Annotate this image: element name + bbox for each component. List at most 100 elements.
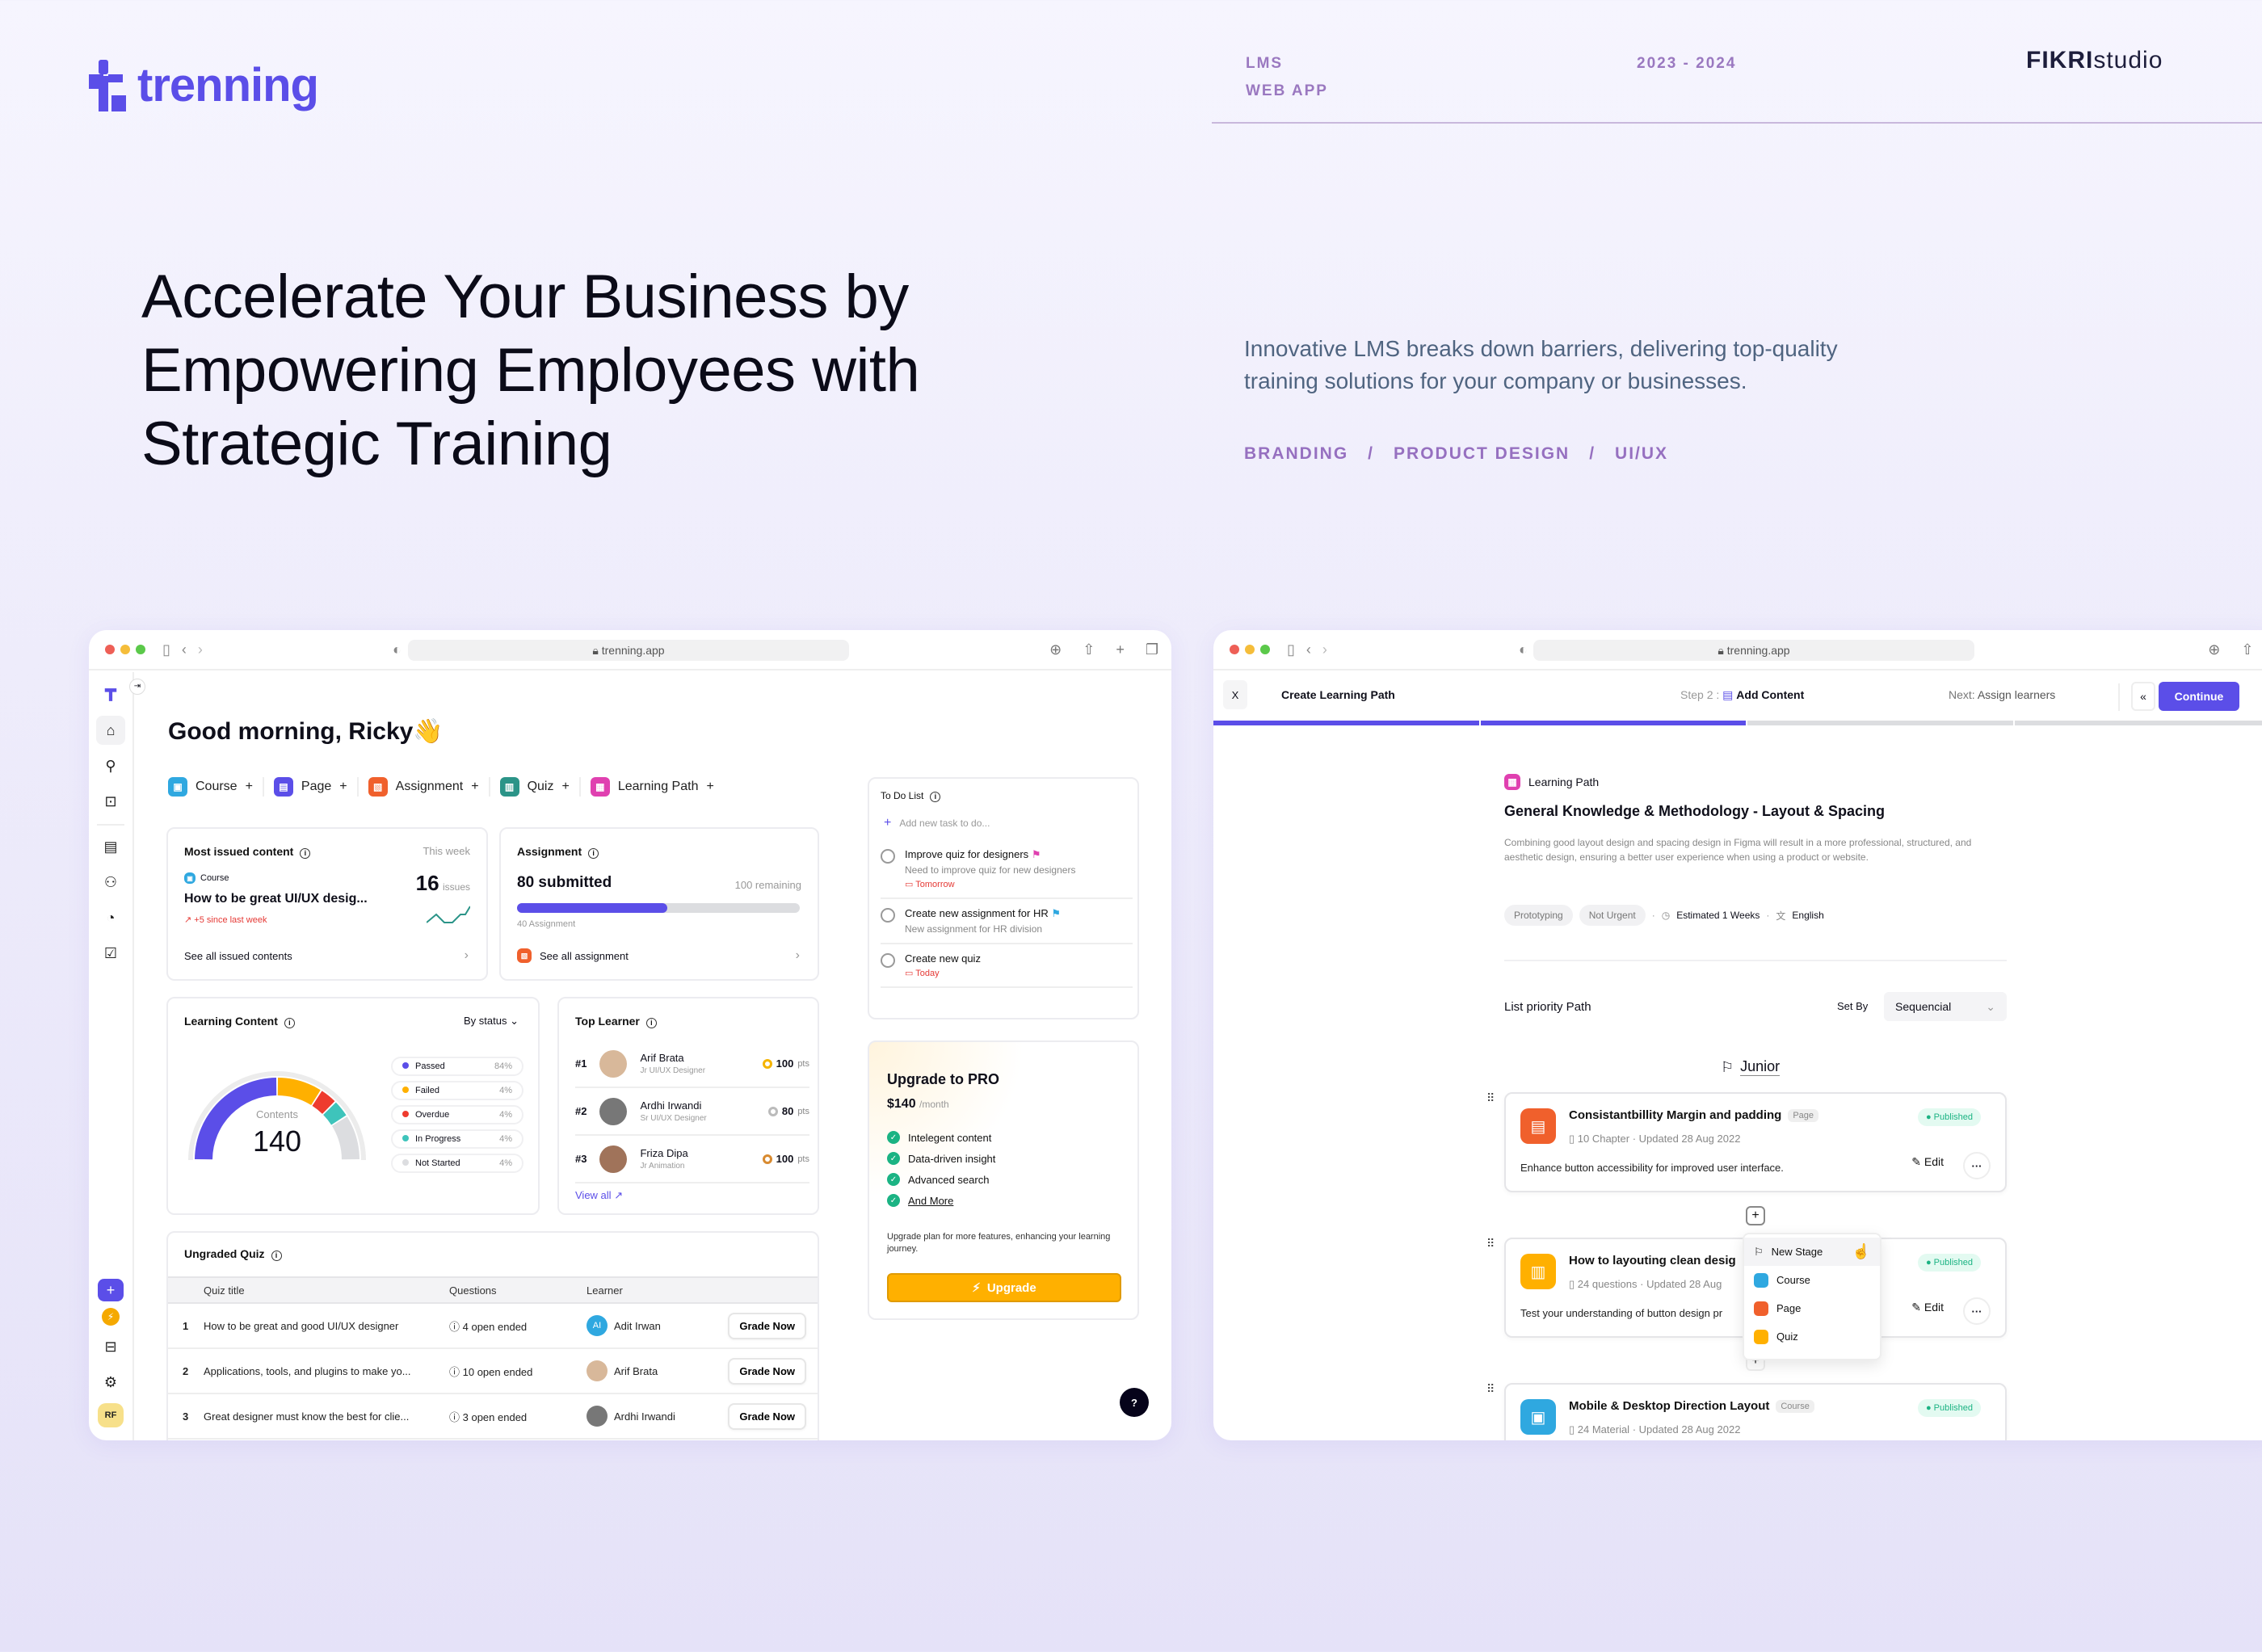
grade-now-button[interactable]: Grade Now	[728, 1402, 806, 1430]
learner-row[interactable]: #2 Ardhi Irwandi Sr UI/UX Designer 80 pts	[575, 1088, 809, 1136]
set-by-value: Sequencial	[1895, 1000, 1952, 1013]
status-filter-dropdown[interactable]: By status ⌄	[464, 1015, 519, 1028]
info-icon[interactable]: i	[930, 792, 941, 802]
tabs-icon[interactable]: ❐	[1146, 641, 1158, 658]
edit-button[interactable]: ✎ Edit	[1911, 1155, 1944, 1169]
estimate-label: Estimated 1 Weeks	[1676, 910, 1760, 921]
sidebar-toggle-icon[interactable]: ▯	[1287, 641, 1295, 658]
reports-icon[interactable]: ◔	[96, 903, 125, 932]
back-icon[interactable]: ‹	[182, 641, 187, 658]
plus-icon: +	[339, 780, 347, 793]
upgrade-button[interactable]: ⚡︎ Upgrade	[887, 1273, 1121, 1302]
shield-icon[interactable]: ◐	[1519, 641, 1528, 658]
settings-icon[interactable]: ⚙	[96, 1368, 125, 1397]
table-row[interactable]: 3 Great designer must know the best for …	[168, 1394, 818, 1440]
legend-value: 4%	[499, 1110, 512, 1120]
see-all-assignment-link[interactable]: ▧ See all assignment	[517, 948, 629, 963]
path-item-card[interactable]: ▣ Mobile & Desktop Direction Layout Cours…	[1504, 1383, 2007, 1440]
language-label: English	[1792, 910, 1824, 921]
and-more-link[interactable]: And More	[908, 1195, 953, 1207]
info-icon[interactable]: i	[588, 848, 599, 859]
set-by-dropdown[interactable]: Sequencial ⌄	[1884, 992, 2007, 1021]
menu-item-new-stage[interactable]: ⚐ New Stage ☝	[1744, 1238, 1880, 1266]
minimize-window-button[interactable]	[120, 645, 130, 654]
continue-button[interactable]: Continue	[2159, 682, 2239, 711]
quick-add-quiz[interactable]: ▥ Quiz +	[499, 777, 570, 797]
maximize-window-button[interactable]	[1260, 645, 1270, 654]
explore-icon[interactable]: ⚲	[96, 751, 125, 780]
share-icon[interactable]: ⇧	[1083, 641, 1095, 658]
shield-icon[interactable]: ◐	[393, 641, 402, 658]
learner-row[interactable]: #3 Friza Dipa Jr Animation 100 pts	[575, 1136, 809, 1183]
close-window-button[interactable]	[1230, 645, 1239, 654]
back-step-button[interactable]: «	[2131, 682, 2155, 711]
more-options-button[interactable]: ···	[1963, 1297, 1991, 1325]
sidebar-toggle-icon[interactable]: ▯	[162, 641, 170, 658]
drag-handle-icon[interactable]: ⠿	[1486, 1238, 1495, 1249]
info-icon[interactable]: i	[284, 1018, 295, 1028]
brand-name: trenning	[137, 59, 319, 111]
todo-checkbox[interactable]	[881, 908, 895, 923]
learner-row[interactable]: #1 Arif Brata Jr UI/UX Designer 100 pts	[575, 1040, 809, 1088]
close-window-button[interactable]	[105, 645, 115, 654]
monitor-icon[interactable]: ⊟	[96, 1332, 125, 1361]
info-icon[interactable]: i	[300, 848, 311, 859]
help-button[interactable]: ?	[1120, 1388, 1149, 1417]
address-bar[interactable]: 🔒︎ trenning.app	[1533, 640, 1974, 661]
todo-checkbox[interactable]	[881, 849, 895, 864]
minimize-window-button[interactable]	[1245, 645, 1255, 654]
stage-heading[interactable]: ⚐ Junior	[1721, 1058, 1781, 1076]
new-tab-icon[interactable]: +	[1116, 641, 1125, 658]
library-icon[interactable]: ▤	[96, 832, 125, 861]
home-icon[interactable]: ⌂	[96, 716, 125, 745]
maximize-window-button[interactable]	[136, 645, 145, 654]
menu-item-page[interactable]: Page	[1744, 1294, 1880, 1322]
content-title[interactable]: How to be great UI/UX desig...	[184, 892, 368, 906]
forward-icon[interactable]: ›	[1322, 641, 1327, 658]
path-item-card[interactable]: ▤ Consistantbillity Margin and padding Pa…	[1504, 1092, 2007, 1192]
edit-button[interactable]: ✎ Edit	[1911, 1301, 1944, 1314]
analytics-icon[interactable]: ⊡	[96, 787, 125, 816]
see-all-issued-link[interactable]: See all issued contents	[184, 950, 292, 962]
info-icon[interactable]: i	[271, 1251, 282, 1261]
back-icon[interactable]: ‹	[1306, 641, 1311, 658]
quick-add-learning-path[interactable]: ▦ Learning Path +	[590, 777, 714, 797]
menu-item-course[interactable]: Course	[1744, 1266, 1880, 1294]
add-task-input[interactable]: + Add new task to do...	[884, 816, 990, 830]
upgrade-bolt-icon[interactable]: ⚡︎	[102, 1308, 120, 1326]
drag-handle-icon[interactable]: ⠿	[1486, 1383, 1495, 1394]
quick-add-course[interactable]: ▣ Course +	[168, 777, 253, 797]
view-all-learners-link[interactable]: View all ↗	[575, 1189, 623, 1202]
menu-item-label: Quiz	[1776, 1330, 1798, 1343]
item-meta-count: 10 Chapter	[1577, 1133, 1630, 1145]
forward-icon[interactable]: ›	[198, 641, 203, 658]
tasks-icon[interactable]: ☑	[96, 939, 125, 968]
add-icon[interactable]: +	[98, 1279, 124, 1301]
close-wizard-button[interactable]: X	[1223, 680, 1247, 709]
grade-now-button[interactable]: Grade Now	[728, 1357, 806, 1385]
quick-add-assignment[interactable]: ▧ Assignment +	[368, 777, 479, 797]
share-icon[interactable]: ⇧	[2241, 641, 2253, 658]
todo-checkbox[interactable]	[881, 953, 895, 968]
browser-toolbar: ▯ ‹ › ◐ 🔒︎ trenning.app ⊕⇧+	[1213, 630, 2262, 670]
address-bar[interactable]: 🔒︎ trenning.app	[408, 640, 849, 661]
drag-handle-icon[interactable]: ⠿	[1486, 1092, 1495, 1103]
add-between-button[interactable]: +	[1746, 1206, 1765, 1225]
table-row[interactable]: 2 Applications, tools, and plugins to ma…	[168, 1349, 818, 1394]
info-icon[interactable]: i	[645, 1018, 657, 1028]
collapse-sidebar-button[interactable]: ⇥	[129, 679, 145, 695]
arrow-up-right-icon: ↗	[614, 1189, 624, 1201]
users-icon[interactable]: ⚇	[96, 868, 125, 897]
quick-add-page[interactable]: ▤ Page +	[273, 777, 347, 797]
download-icon[interactable]: ⊕	[2208, 641, 2220, 658]
table-row[interactable]: 1 How to be great and good UI/UX designe…	[168, 1304, 818, 1349]
grade-now-button[interactable]: Grade Now	[728, 1312, 806, 1339]
next-prefix: Next:	[1949, 688, 1975, 701]
quick-actions: ▣ Course + ▤ Page + ▧ Assignment + ▥ Quiz + ▦ Lea…	[168, 777, 714, 797]
download-icon[interactable]: ⊕	[1049, 641, 1062, 658]
step-prefix: Step 2 :	[1680, 688, 1720, 701]
item-title-text: Consistantbillity Margin and padding	[1569, 1108, 1782, 1122]
menu-item-quiz[interactable]: Quiz	[1744, 1322, 1880, 1351]
more-options-button[interactable]: ···	[1963, 1152, 1991, 1179]
user-avatar[interactable]: RF	[98, 1403, 124, 1427]
